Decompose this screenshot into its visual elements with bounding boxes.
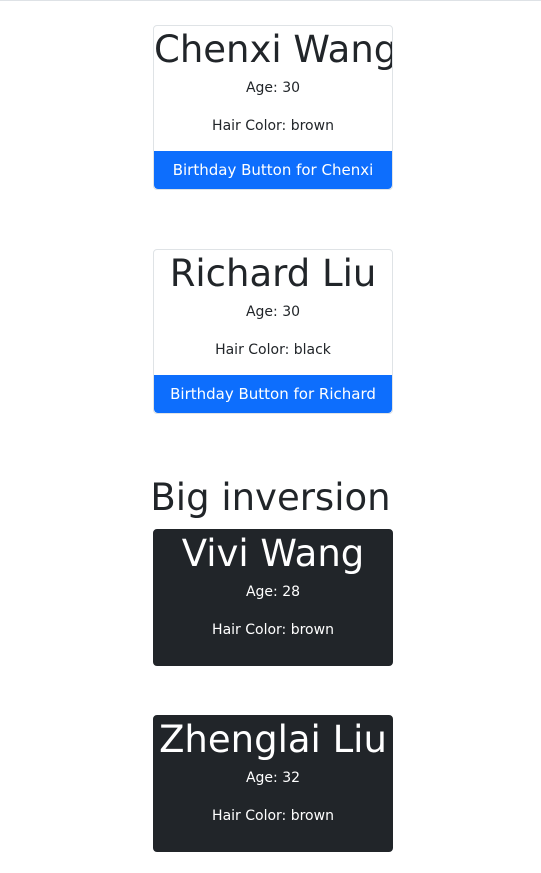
card-name: Richard Liu	[169, 252, 377, 295]
birthday-button-chenxi[interactable]: Birthday Button for Chenxi	[154, 151, 392, 190]
card-age: Age: 30	[245, 80, 301, 97]
person-card-richard: Richard Liu Age: 30 Hair Color: black Bi…	[153, 249, 393, 415]
card-hair-color: Hair Color: brown	[212, 622, 334, 639]
card-age: Age: 32	[245, 770, 301, 787]
person-card-chenxi: Chenxi Wang Age: 30 Hair Color: brown Bi…	[153, 25, 393, 191]
card-hair-color: Hair Color: brown	[212, 808, 334, 825]
card-age: Age: 30	[245, 304, 301, 321]
birthday-button-richard[interactable]: Birthday Button for Richard	[154, 375, 392, 414]
person-card-zhenglai: Zhenglai Liu Age: 32 Hair Color: brown	[153, 715, 393, 852]
card-name: Chenxi Wang	[154, 28, 393, 71]
top-divider	[0, 0, 541, 1]
section-heading: Big inversion	[150, 476, 391, 519]
card-name: Zhenglai Liu	[159, 718, 387, 761]
card-name: Vivi Wang	[181, 532, 365, 575]
person-card-vivi: Vivi Wang Age: 28 Hair Color: brown	[153, 529, 393, 666]
card-hair-color: Hair Color: brown	[212, 118, 334, 135]
card-age: Age: 28	[245, 584, 301, 601]
card-hair-color: Hair Color: black	[215, 342, 331, 359]
